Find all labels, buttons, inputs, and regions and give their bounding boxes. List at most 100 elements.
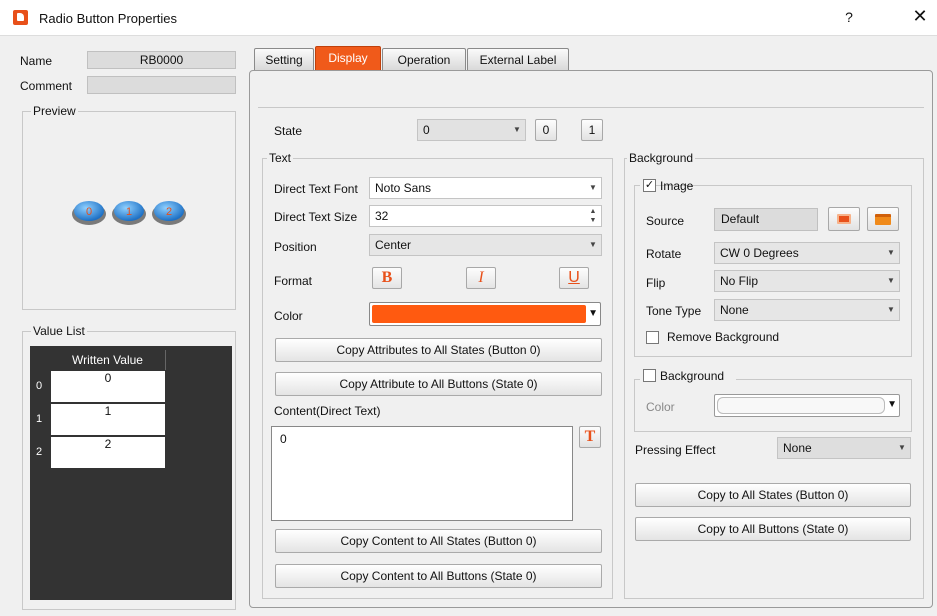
- color-swatch: [372, 305, 586, 323]
- image-library-icon: [837, 214, 851, 224]
- table-row[interactable]: 0: [50, 370, 166, 403]
- bg-color-swatch: [717, 397, 885, 414]
- table-row[interactable]: 1: [50, 403, 166, 436]
- copy-content-states-button[interactable]: Copy Content to All States (Button 0): [275, 529, 602, 553]
- copy-attributes-states-button[interactable]: Copy Attributes to All States (Button 0): [275, 338, 602, 362]
- row-index-2: 2: [36, 446, 43, 458]
- bg-color-picker[interactable]: ▼: [714, 394, 900, 417]
- name-label: Name: [20, 54, 53, 68]
- comment-label: Comment: [20, 79, 73, 93]
- bg-color-label: Color: [646, 400, 675, 414]
- flip-select[interactable]: No Flip ▼: [714, 270, 900, 292]
- bold-button[interactable]: B: [372, 267, 402, 289]
- tab-operation[interactable]: Operation: [382, 48, 466, 70]
- table-row[interactable]: 2: [50, 436, 166, 469]
- color-picker[interactable]: ▼: [369, 302, 601, 326]
- underline-button[interactable]: U: [559, 267, 589, 289]
- chevron-down-icon: ▼: [588, 308, 598, 319]
- tone-type-select[interactable]: None ▼: [714, 299, 900, 321]
- font-select-value: Noto Sans: [375, 181, 432, 195]
- image-checkbox-row[interactable]: ✓ Image: [640, 178, 693, 194]
- divider: [258, 107, 924, 108]
- chevron-down-icon: ▼: [887, 399, 897, 410]
- chevron-down-icon: ▼: [887, 276, 895, 285]
- tab-display[interactable]: Display: [315, 46, 381, 70]
- text-style-icon[interactable]: T: [579, 426, 601, 448]
- copy-content-buttons-button[interactable]: Copy Content to All Buttons (State 0): [275, 564, 602, 588]
- app-icon: [13, 10, 28, 25]
- pressing-effect-select[interactable]: None ▼: [777, 437, 911, 459]
- help-button[interactable]: ?: [836, 9, 862, 29]
- value-list-table[interactable]: Written Value 0 0 1 1 2 2: [30, 346, 232, 600]
- content-textarea[interactable]: 0: [271, 426, 573, 521]
- spinner-icon[interactable]: ▲ ▼: [585, 206, 601, 226]
- folder-open-icon: [875, 214, 891, 225]
- pressing-effect-label: Pressing Effect: [635, 443, 716, 457]
- background-label: Background: [660, 369, 725, 383]
- state-1-button[interactable]: 1: [581, 119, 603, 141]
- image-checkbox[interactable]: ✓: [643, 179, 656, 192]
- content-label: Content(Direct Text): [274, 404, 381, 418]
- chevron-down-icon: ▼: [589, 240, 597, 249]
- preview-button-1: 1: [112, 201, 146, 225]
- size-value: 32: [375, 209, 389, 223]
- state-select-value: 0: [423, 123, 430, 137]
- source-field[interactable]: Default: [714, 208, 818, 231]
- italic-button[interactable]: I: [466, 267, 496, 289]
- state-select[interactable]: 0 ▼: [417, 119, 526, 141]
- comment-field[interactable]: [87, 76, 236, 94]
- tab-setting[interactable]: Setting: [254, 48, 314, 70]
- format-label: Format: [274, 274, 313, 288]
- chevron-down-icon: ▼: [513, 125, 521, 134]
- open-folder-button[interactable]: [867, 207, 899, 231]
- text-group-label: Text: [267, 151, 294, 165]
- preview-label: Preview: [31, 104, 78, 118]
- chevron-down-icon: ▼: [898, 443, 906, 452]
- preview-radio-buttons: 0 1 2: [72, 201, 186, 225]
- rotate-select[interactable]: CW 0 Degrees ▼: [714, 242, 900, 264]
- image-label: Image: [660, 179, 694, 193]
- preview-button-0: 0: [72, 201, 106, 225]
- position-select-value: Center: [375, 238, 412, 252]
- copy-to-all-buttons-button[interactable]: Copy to All Buttons (State 0): [635, 517, 911, 541]
- close-button[interactable]: ✕: [907, 6, 933, 30]
- position-select[interactable]: Center ▼: [369, 234, 602, 256]
- remove-background-checkbox[interactable]: [646, 331, 659, 344]
- tone-type-select-value: None: [720, 303, 749, 317]
- pressing-effect-value: None: [783, 441, 812, 455]
- flip-select-value: No Flip: [720, 274, 759, 288]
- preview-button-2-label: 2: [166, 206, 172, 218]
- preview-group: Preview 0 1 2: [22, 104, 236, 310]
- background-checkbox[interactable]: [643, 369, 656, 382]
- row-index-1: 1: [36, 413, 43, 425]
- source-label: Source: [646, 214, 685, 228]
- window-title: Radio Button Properties: [39, 11, 178, 26]
- value-list-label: Value List: [31, 324, 87, 338]
- background-group-label: Background: [627, 151, 696, 165]
- background-checkbox-row[interactable]: Background: [640, 368, 736, 384]
- display-panel: State 0 ▼ 0 1 Text Direct Text Font Noto…: [249, 70, 933, 608]
- font-select[interactable]: Noto Sans ▼: [369, 177, 602, 199]
- preview-button-1-label: 1: [126, 206, 132, 218]
- preview-button-0-label: 0: [86, 206, 92, 218]
- image-library-button[interactable]: [828, 207, 860, 231]
- remove-background-label: Remove Background: [667, 330, 780, 344]
- tone-type-label: Tone Type: [646, 304, 702, 318]
- name-field[interactable]: RB0000: [87, 51, 236, 69]
- chevron-down-icon: ▼: [589, 183, 597, 192]
- size-stepper[interactable]: 32 ▲ ▼: [369, 205, 602, 227]
- color-label: Color: [274, 309, 303, 323]
- chevron-down-icon: ▼: [887, 305, 895, 314]
- rotate-select-value: CW 0 Degrees: [720, 246, 799, 260]
- copy-attribute-buttons-button[interactable]: Copy Attribute to All Buttons (State 0): [275, 372, 602, 396]
- font-label: Direct Text Font: [274, 182, 358, 196]
- table-header: Written Value: [50, 350, 166, 370]
- position-label: Position: [274, 240, 317, 254]
- state-0-button[interactable]: 0: [535, 119, 557, 141]
- title-bar: Radio Button Properties ? ✕: [0, 0, 937, 36]
- row-index-0: 0: [36, 380, 43, 392]
- flip-label: Flip: [646, 276, 666, 290]
- rotate-label: Rotate: [646, 247, 682, 261]
- tab-external-label[interactable]: External Label: [467, 48, 569, 70]
- copy-to-all-states-button[interactable]: Copy to All States (Button 0): [635, 483, 911, 507]
